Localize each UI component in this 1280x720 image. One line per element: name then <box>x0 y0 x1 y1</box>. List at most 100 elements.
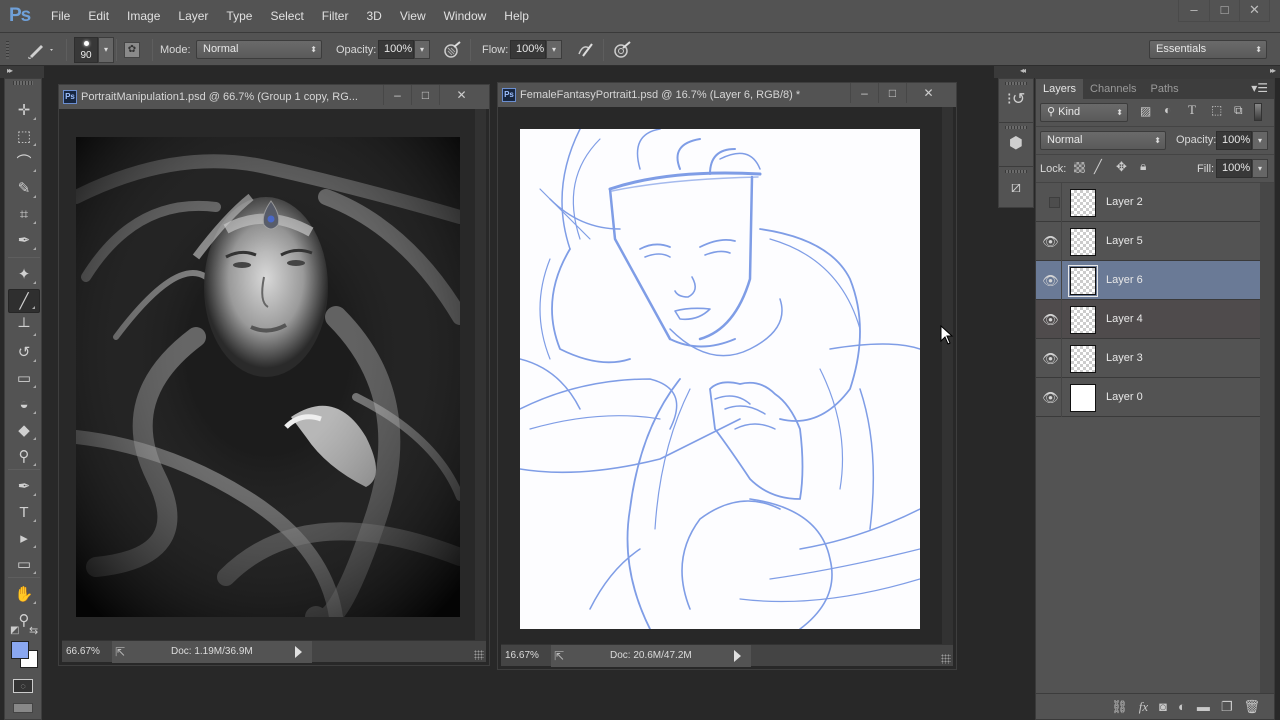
paint-bucket-tool[interactable]: ◒ <box>8 393 40 417</box>
delete-layer-icon[interactable]: 🗑︎ <box>1243 699 1260 715</box>
portrait-photo[interactable] <box>76 137 460 617</box>
layer-row[interactable]: 👁︎ Layer 4 <box>1036 300 1260 339</box>
hand-tool[interactable]: ✋ <box>8 583 40 607</box>
layer-thumbnail[interactable] <box>1068 265 1098 297</box>
menu-filter[interactable]: Filter <box>313 0 358 33</box>
maximize-button[interactable]: □ <box>1209 0 1239 22</box>
opacity-dropdown[interactable]: ▾ <box>414 40 430 59</box>
lasso-tool[interactable]: ⌒ <box>8 151 40 175</box>
status-menu-arrow-icon[interactable] <box>295 645 302 658</box>
filter-smart-object-icon[interactable]: ⧉ <box>1234 103 1243 118</box>
rectangle-tool[interactable]: ▭ <box>8 553 40 577</box>
minimize-button[interactable]: – <box>1179 0 1209 22</box>
brush-tool[interactable]: ╱ <box>8 289 40 313</box>
history-brush-tool[interactable]: ↺ <box>8 341 40 365</box>
default-colors-icon[interactable]: ◩ <box>10 625 19 636</box>
link-layers-icon[interactable]: ⛓ <box>1111 699 1128 715</box>
doc-info-area[interactable]: ⇱ Doc: 20.6M/47.2M <box>551 644 751 667</box>
doc-info-area[interactable]: ⇱ Doc: 1.19M/36.9M <box>112 640 312 663</box>
brush-picker-dropdown[interactable]: ▾ <box>98 36 114 63</box>
layer-thumbnail[interactable] <box>1070 306 1096 334</box>
options-bar-grip[interactable] <box>6 41 9 59</box>
tool-preset-picker[interactable] <box>26 33 56 66</box>
type-tool[interactable]: T <box>8 501 40 525</box>
doc-minimize-button[interactable]: – <box>383 85 411 105</box>
layer-opacity-dropdown[interactable]: ▾ <box>1252 131 1268 150</box>
filter-pixel-icon[interactable]: ▨ <box>1140 104 1151 118</box>
fill-dropdown[interactable]: ▾ <box>1252 159 1268 178</box>
expand-icon[interactable]: ▸▸ <box>1270 66 1276 75</box>
lock-all-icon[interactable]: 🔒︎ <box>1140 159 1146 174</box>
filter-toggle[interactable] <box>1254 103 1262 121</box>
layer-thumbnail[interactable] <box>1070 189 1096 217</box>
healing-brush-tool[interactable]: ✦ <box>8 263 40 287</box>
doc-maximize-button[interactable]: □ <box>411 85 439 105</box>
swap-colors-icon[interactable]: ⇆ <box>29 624 38 637</box>
brush-panel-toggle[interactable]: ✿ <box>124 33 140 66</box>
document-canvas-area[interactable] <box>501 107 942 644</box>
brush-size-preview[interactable]: 90 <box>74 36 98 63</box>
layer-opacity-input[interactable]: 100% <box>1216 131 1252 150</box>
lock-image-icon[interactable]: ╱ <box>1094 159 1102 175</box>
workspace-select[interactable]: Essentials ⬍ <box>1149 40 1267 59</box>
doc-close-button[interactable]: ✕ <box>906 83 950 103</box>
document-vertical-scrollbar[interactable] <box>942 107 953 644</box>
visibility-toggle[interactable]: 👁︎ <box>1040 222 1062 261</box>
layer-name[interactable]: Layer 3 <box>1106 339 1143 378</box>
resize-grip[interactable] <box>474 650 484 660</box>
crop-tool[interactable]: ⌗ <box>8 203 40 227</box>
sketch-canvas[interactable] <box>520 129 920 629</box>
add-mask-icon[interactable]: ◙ <box>1159 699 1167 714</box>
visibility-toggle[interactable] <box>1040 183 1062 222</box>
foreground-color-swatch[interactable] <box>11 641 29 659</box>
layer-name[interactable]: Layer 5 <box>1106 222 1143 261</box>
blend-mode-select[interactable]: Normal ⬍ <box>1040 131 1166 150</box>
menu-file[interactable]: File <box>42 0 79 33</box>
status-menu-arrow-icon[interactable] <box>734 649 741 662</box>
dodge-tool[interactable]: ⚲ <box>8 445 40 469</box>
close-button[interactable]: ✕ <box>1239 0 1269 22</box>
doc-close-button[interactable]: ✕ <box>439 85 483 105</box>
flow-input[interactable]: 100% <box>510 40 546 59</box>
adjustment-layer-icon[interactable]: ◐ <box>1178 699 1186 714</box>
filter-kind-select[interactable]: ⚲ Kind ⬍ <box>1040 103 1128 122</box>
layer-thumbnail[interactable] <box>1070 384 1096 412</box>
flow-dropdown[interactable]: ▾ <box>546 40 562 59</box>
move-tool[interactable]: ✛ <box>8 99 40 123</box>
collapse-icon[interactable]: ◂◂ <box>1020 66 1026 75</box>
new-layer-icon[interactable]: ❐ <box>1221 699 1233 715</box>
layer-row[interactable]: 👁︎ Layer 5 <box>1036 222 1260 261</box>
history-panel-button[interactable]: ⁝↺ <box>999 82 1033 123</box>
tools-panel-header[interactable]: ▸▸ <box>0 66 44 78</box>
lock-position-icon[interactable]: ✥ <box>1116 159 1127 175</box>
pressure-size-button[interactable] <box>612 33 632 66</box>
marquee-tool[interactable]: ⬚ <box>8 125 40 149</box>
share-icon[interactable]: ⇱ <box>554 649 570 663</box>
visibility-toggle[interactable]: 👁︎ <box>1040 300 1062 339</box>
layer-thumbnail[interactable] <box>1070 345 1096 373</box>
eyedropper-tool[interactable]: ✒ <box>8 229 40 253</box>
lock-transparent-icon[interactable] <box>1074 162 1085 173</box>
quick-mask-button[interactable]: ◌ <box>13 679 33 693</box>
layer-name[interactable]: Layer 0 <box>1106 378 1143 417</box>
screen-mode-button[interactable] <box>13 703 33 713</box>
menu-3d[interactable]: 3D <box>357 0 390 33</box>
layer-name[interactable]: Layer 4 <box>1106 300 1143 339</box>
document-title-bar[interactable]: Ps PortraitManipulation1.psd @ 66.7% (Gr… <box>59 85 489 109</box>
airbrush-button[interactable] <box>575 33 595 66</box>
fill-input[interactable]: 100% <box>1216 159 1252 178</box>
document-title-bar[interactable]: Ps FemaleFantasyPortrait1.psd @ 16.7% (L… <box>498 83 956 107</box>
layer-style-icon[interactable]: fx <box>1139 699 1148 715</box>
visibility-toggle[interactable]: 👁︎ <box>1040 339 1062 378</box>
doc-minimize-button[interactable]: – <box>850 83 878 103</box>
dock-header[interactable]: ◂◂ ▸▸ <box>994 66 1280 78</box>
share-icon[interactable]: ⇱ <box>115 645 131 659</box>
visibility-toggle[interactable]: 👁︎ <box>1040 261 1062 300</box>
layer-name[interactable]: Layer 2 <box>1106 183 1143 222</box>
menu-view[interactable]: View <box>391 0 435 33</box>
tab-channels[interactable]: Channels <box>1083 79 1143 99</box>
menu-window[interactable]: Window <box>435 0 496 33</box>
menu-image[interactable]: Image <box>118 0 169 33</box>
zoom-level[interactable]: 16.67% <box>501 650 551 661</box>
clone-stamp-tool[interactable]: ┴ <box>8 315 40 339</box>
